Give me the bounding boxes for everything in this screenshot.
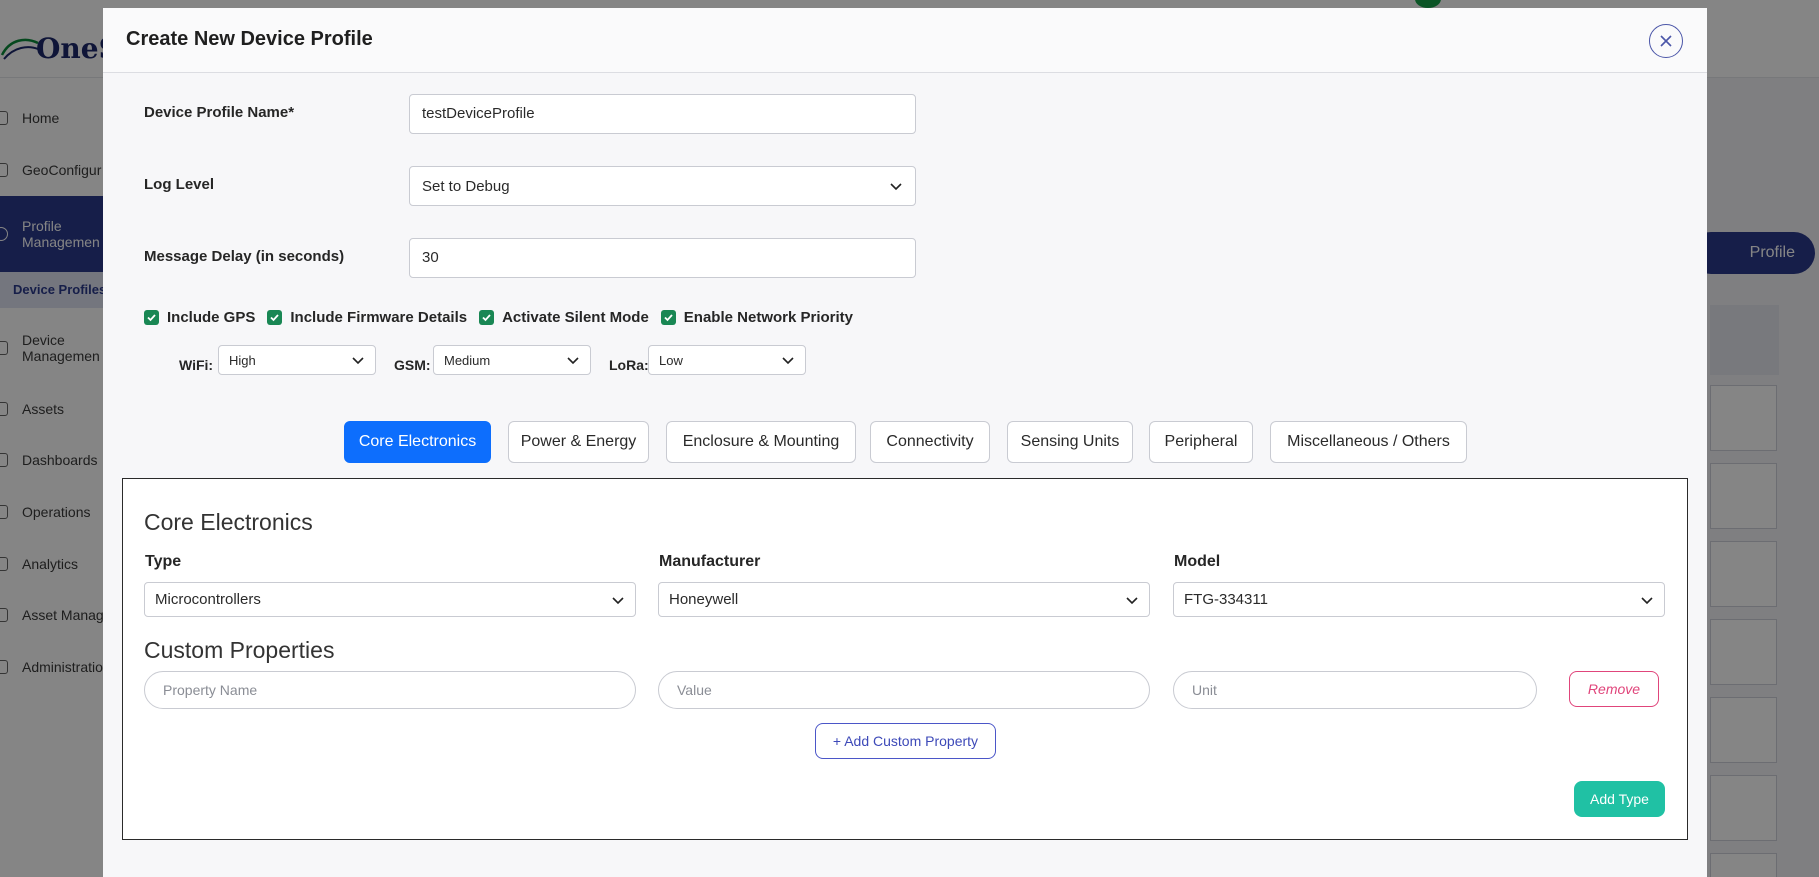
- remove-property-button[interactable]: Remove: [1569, 671, 1659, 707]
- tab-sensing-units[interactable]: Sensing Units: [1007, 421, 1133, 463]
- create-device-profile-modal: Create New Device Profile Device Profile…: [103, 8, 1707, 877]
- type-label: Type: [145, 553, 182, 570]
- chevron-down-icon: [612, 596, 624, 604]
- chevron-down-icon: [352, 357, 364, 365]
- lora-priority-value: Low: [659, 352, 683, 368]
- wifi-label: WiFi:: [179, 357, 214, 373]
- network-priority-checkbox[interactable]: [660, 310, 676, 325]
- model-label: Model: [1174, 553, 1221, 570]
- tab-peripheral[interactable]: Peripheral: [1149, 421, 1253, 463]
- include-gps-label: Include GPS: [167, 309, 256, 326]
- gsm-label: GSM:: [394, 357, 431, 373]
- type-select[interactable]: Microcontrollers: [144, 582, 636, 617]
- include-firmware-checkbox[interactable]: [267, 310, 283, 325]
- wifi-priority-select[interactable]: High: [218, 345, 376, 375]
- close-icon: [1660, 35, 1672, 47]
- property-unit-input[interactable]: [1173, 671, 1537, 709]
- log-level-value: Set to Debug: [422, 177, 510, 195]
- property-name-input[interactable]: [144, 671, 636, 709]
- panel-title: Core Electronics: [144, 509, 313, 535]
- silent-mode-checkbox[interactable]: [479, 310, 495, 325]
- add-type-button[interactable]: Add Type: [1574, 781, 1665, 817]
- check-icon: [482, 314, 491, 322]
- include-firmware-label: Include Firmware Details: [290, 309, 468, 326]
- manufacturer-select[interactable]: Honeywell: [658, 582, 1150, 617]
- tab-power-energy[interactable]: Power & Energy: [508, 421, 649, 463]
- silent-mode-option[interactable]: Activate Silent Mode: [479, 309, 649, 326]
- log-level-label: Log Level: [144, 176, 215, 193]
- device-profile-name-label: Device Profile Name*: [144, 104, 295, 121]
- network-priority-option[interactable]: Enable Network Priority: [660, 309, 854, 326]
- gsm-priority-value: Medium: [444, 352, 491, 368]
- chevron-down-icon: [1126, 596, 1138, 604]
- include-gps-checkbox[interactable]: [144, 310, 159, 325]
- manufacturer-label: Manufacturer: [659, 553, 761, 570]
- message-delay-input[interactable]: 30: [409, 238, 916, 278]
- wifi-priority-value: High: [229, 352, 256, 368]
- lora-label: LoRa:: [609, 357, 649, 373]
- type-value: Microcontrollers: [155, 591, 261, 608]
- close-button[interactable]: [1649, 24, 1683, 58]
- include-firmware-option[interactable]: Include Firmware Details: [267, 309, 467, 326]
- core-electronics-panel: Core Electronics Type Microcontrollers M…: [122, 478, 1688, 840]
- check-icon: [147, 314, 156, 322]
- model-select[interactable]: FTG-334311: [1173, 582, 1665, 617]
- device-profile-name-input[interactable]: testDeviceProfile: [409, 94, 916, 134]
- check-icon: [270, 314, 280, 322]
- silent-mode-label: Activate Silent Mode: [502, 309, 649, 326]
- add-custom-property-button[interactable]: + Add Custom Property: [815, 723, 996, 759]
- log-level-select[interactable]: Set to Debug: [409, 166, 916, 206]
- chevron-down-icon: [1641, 596, 1653, 604]
- tab-core-electronics[interactable]: Core Electronics: [344, 421, 491, 463]
- options-checkbox-row: Include GPS Include Firmware Details Act…: [144, 309, 865, 326]
- manufacturer-value: Honeywell: [669, 591, 739, 608]
- chevron-down-icon: [890, 183, 902, 191]
- tab-miscellaneous[interactable]: Miscellaneous / Others: [1270, 421, 1467, 463]
- tab-connectivity[interactable]: Connectivity: [870, 421, 990, 463]
- property-value-input[interactable]: [658, 671, 1150, 709]
- tab-enclosure-mounting[interactable]: Enclosure & Mounting: [666, 421, 856, 463]
- chevron-down-icon: [567, 357, 579, 365]
- check-icon: [664, 314, 673, 322]
- include-gps-option[interactable]: Include GPS: [144, 309, 255, 326]
- modal-title: Create New Device Profile: [126, 28, 373, 50]
- model-value: FTG-334311: [1184, 591, 1268, 608]
- chevron-down-icon: [782, 357, 794, 365]
- gsm-priority-select[interactable]: Medium: [433, 345, 591, 375]
- network-priority-label: Enable Network Priority: [683, 309, 854, 326]
- modal-header: Create New Device Profile: [103, 8, 1707, 73]
- message-delay-label: Message Delay (in seconds): [144, 248, 345, 265]
- lora-priority-select[interactable]: Low: [648, 345, 806, 375]
- custom-properties-title: Custom Properties: [144, 637, 335, 663]
